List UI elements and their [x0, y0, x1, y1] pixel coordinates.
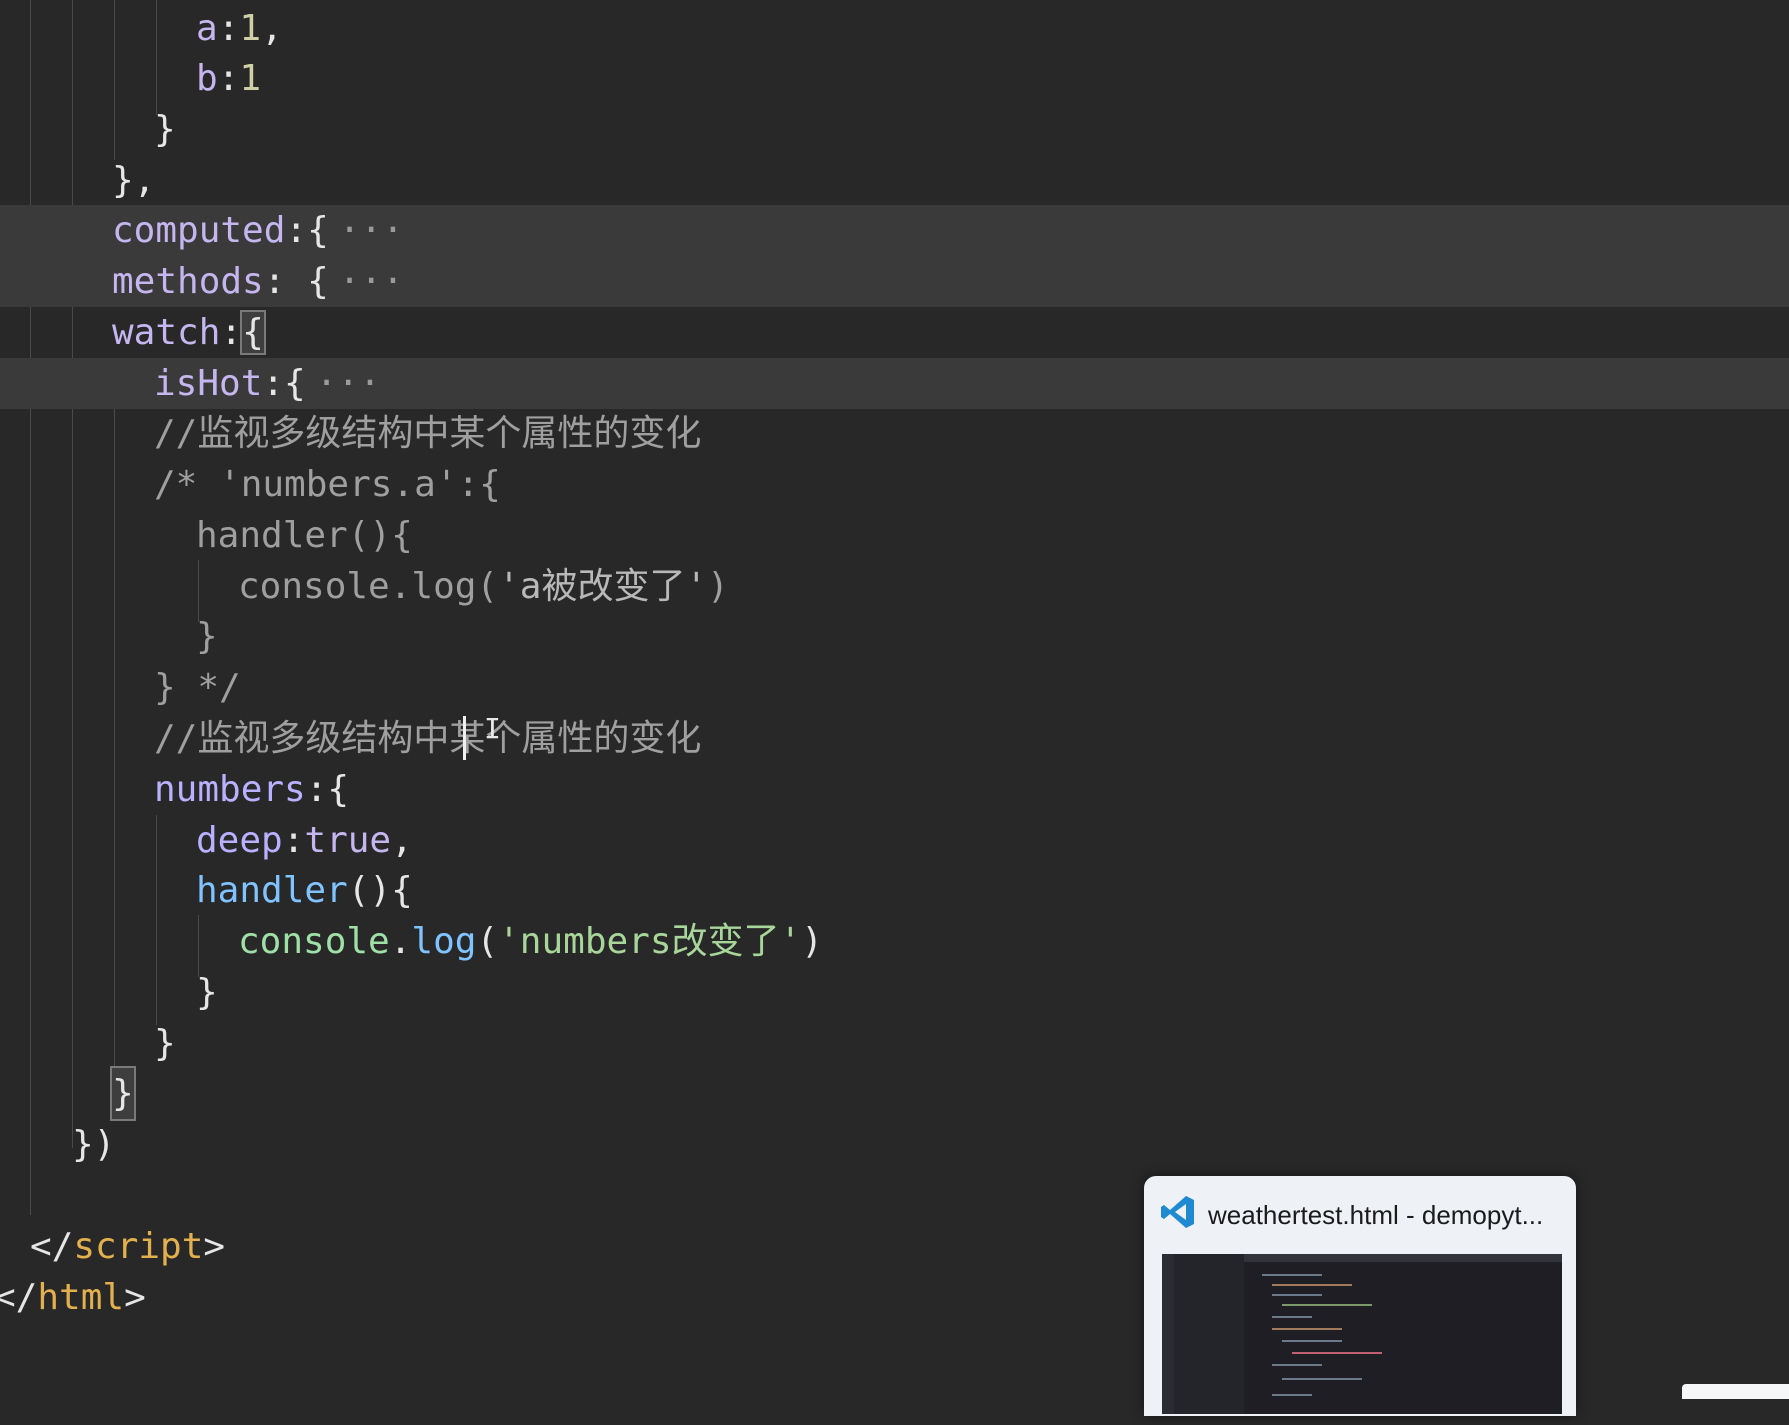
code-line[interactable]: deep:true,: [0, 815, 1789, 866]
property-key: computed: [112, 210, 286, 251]
taskbar-window-preview[interactable]: weathertest.html - demopyt...: [1144, 1176, 1576, 1416]
code-line[interactable]: }): [0, 1119, 1789, 1170]
property-key: numbers: [154, 769, 306, 810]
code-line[interactable]: numbers:{: [0, 764, 1789, 815]
code-line[interactable]: }: [0, 1066, 1789, 1121]
window-thumbnail[interactable]: [1162, 1254, 1562, 1414]
code-line[interactable]: }: [0, 1018, 1789, 1069]
function-name: log: [411, 921, 477, 962]
code-line[interactable]: /* 'numbers.a':{: [0, 459, 1789, 510]
code-line-folded[interactable]: isHot:{···: [0, 358, 1789, 409]
matched-bracket: {: [240, 310, 266, 355]
fold-ellipsis-icon[interactable]: ···: [339, 261, 404, 302]
closing-brace: }: [154, 1023, 176, 1064]
comment: console.log(: [238, 566, 499, 607]
code-line-folded[interactable]: methods: {···: [0, 256, 1789, 307]
comment: //监视多级结构中某个属性的变化: [154, 718, 702, 759]
code-line[interactable]: console.log('numbers改变了'): [0, 916, 1789, 967]
code-line[interactable]: console.log('a被改变了'): [0, 561, 1789, 612]
code-line[interactable]: }: [0, 967, 1789, 1018]
comment: /* 'numbers.a':{: [154, 464, 501, 505]
html-tag: html: [37, 1277, 125, 1318]
property-key: b: [196, 58, 218, 99]
vscode-icon: [1161, 1196, 1194, 1228]
code-line[interactable]: }: [0, 104, 1789, 155]
closing-brace: },: [112, 160, 156, 201]
number-value: 1: [239, 58, 262, 99]
closing-brace: }: [154, 109, 176, 150]
comment: } */: [154, 667, 241, 708]
fold-ellipsis-icon[interactable]: ···: [316, 363, 381, 404]
object-name: console: [238, 921, 390, 962]
number-value: 1: [239, 8, 262, 49]
property-key: methods: [112, 261, 264, 302]
code-line[interactable]: //监视多级结构中某个属性的变化: [0, 408, 1789, 459]
comment: //监视多级结构中某个属性的变化: [154, 413, 702, 454]
code-line[interactable]: //监视多级结构中某个属性的变化: [0, 713, 1789, 764]
fold-ellipsis-icon[interactable]: ···: [339, 210, 404, 251]
comment-string: 'a被改变了': [498, 566, 708, 607]
code-line[interactable]: }: [0, 611, 1789, 662]
matched-bracket: }: [110, 1066, 136, 1121]
code-line[interactable]: watch:{: [0, 307, 1789, 358]
corner-badge: [1682, 1384, 1789, 1399]
comment: handler(){: [196, 515, 413, 556]
text-caret: [463, 716, 466, 760]
code-line[interactable]: a:1,: [0, 3, 1789, 54]
property-key: a: [196, 8, 218, 49]
window-title: weathertest.html - demopyt...: [1208, 1200, 1544, 1230]
comment: }: [196, 616, 218, 657]
ibeam-cursor-icon: I: [484, 712, 501, 745]
function-name: handler: [196, 870, 348, 911]
code-line-folded[interactable]: computed:{···: [0, 205, 1789, 256]
code-line[interactable]: b:1: [0, 53, 1789, 104]
property-key: isHot: [154, 363, 263, 404]
property-key: deep: [196, 820, 283, 861]
closing-brace: }: [196, 972, 218, 1013]
property-key: watch: [112, 312, 221, 353]
code-line[interactable]: } */: [0, 662, 1789, 713]
string-literal: 'numbers改变了': [498, 921, 802, 962]
code-line[interactable]: handler(){: [0, 510, 1789, 561]
html-tag: script: [73, 1226, 204, 1267]
boolean-value: true: [304, 820, 392, 861]
closing-brace: }): [72, 1124, 116, 1165]
code-line[interactable]: },: [0, 155, 1789, 206]
code-line[interactable]: handler(){: [0, 865, 1789, 916]
